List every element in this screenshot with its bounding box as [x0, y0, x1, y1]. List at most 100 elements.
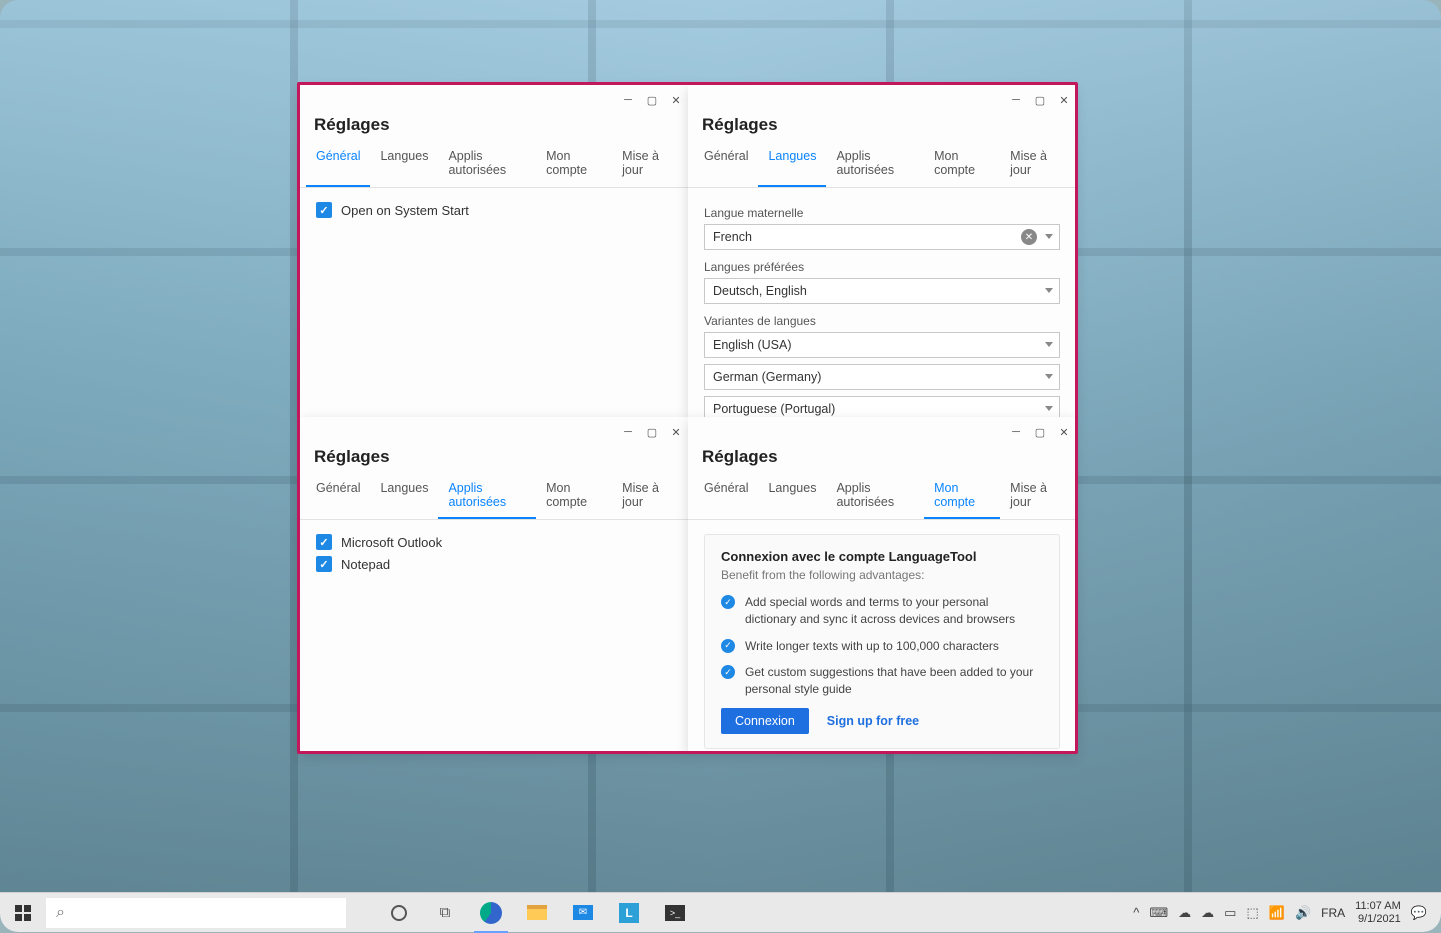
taskbar-apps: ⧉ ✉ L >_ [376, 893, 698, 933]
account-card: Connexion avec le compte LanguageTool Be… [704, 534, 1060, 749]
tab-compte[interactable]: Mon compte [924, 143, 1000, 187]
tray-network-icon[interactable]: ⬚ [1246, 905, 1258, 921]
check-circle-icon: ✓ [721, 665, 735, 679]
benefit-item: ✓Write longer texts with up to 100,000 c… [721, 638, 1043, 655]
checkbox-checked-icon: ✓ [316, 202, 332, 218]
tab-applis[interactable]: Applis autorisées [826, 143, 924, 187]
select-value: Deutsch, English [713, 284, 807, 298]
maximize-button[interactable]: ▢ [1028, 420, 1052, 444]
tab-applis[interactable]: Applis autorisées [826, 475, 924, 519]
variants-label: Variantes de langues [704, 314, 1060, 328]
tray-onedrive-icon[interactable]: ☁ [1178, 905, 1191, 921]
start-button[interactable] [0, 893, 46, 932]
preferred-langs-select[interactable]: Deutsch, English [704, 278, 1060, 304]
chevron-down-icon [1045, 406, 1053, 411]
minimize-button[interactable]: ─ [616, 420, 640, 444]
window-titlebar: ─ ▢ ✕ [300, 85, 688, 115]
card-subtitle: Benefit from the following advantages: [721, 568, 1043, 582]
close-button[interactable]: ✕ [1052, 420, 1076, 444]
signup-link[interactable]: Sign up for free [827, 714, 919, 728]
tab-langues[interactable]: Langues [370, 143, 438, 187]
window-heading: Réglages [702, 447, 1076, 467]
benefit-text: Get custom suggestions that have been ad… [745, 664, 1043, 698]
select-value: French [713, 230, 752, 244]
mother-tongue-select[interactable]: French ✕ [704, 224, 1060, 250]
tab-general[interactable]: Général [694, 143, 758, 187]
minimize-button[interactable]: ─ [1004, 88, 1028, 112]
benefit-item: ✓Add special words and terms to your per… [721, 594, 1043, 628]
tab-langues[interactable]: Langues [370, 475, 438, 519]
close-button[interactable]: ✕ [1052, 88, 1076, 112]
clear-icon[interactable]: ✕ [1021, 229, 1037, 245]
tab-applis[interactable]: Applis autorisées [438, 143, 536, 187]
tab-general[interactable]: Général [694, 475, 758, 519]
tray-wifi-icon[interactable]: 📶 [1269, 905, 1285, 921]
close-button[interactable]: ✕ [664, 88, 688, 112]
tab-compte[interactable]: Mon compte [536, 475, 612, 519]
maximize-button[interactable]: ▢ [1028, 88, 1052, 112]
minimize-button[interactable]: ─ [1004, 420, 1028, 444]
tray-cloud-icon[interactable]: ☁ [1201, 905, 1214, 921]
mother-tongue-label: Langue maternelle [704, 206, 1060, 220]
minimize-button[interactable]: ─ [616, 88, 640, 112]
tray-chevron-icon[interactable]: ^ [1133, 905, 1139, 920]
taskbar-search[interactable]: ⌕ [46, 898, 346, 928]
window-titlebar: ─ ▢ ✕ [688, 85, 1076, 115]
tray-clock[interactable]: 11:07 AM 9/1/2021 [1355, 900, 1401, 925]
tray-volume-icon[interactable]: 🔊 [1295, 905, 1311, 921]
tray-keyboard-icon[interactable]: ⌨ [1149, 905, 1168, 921]
tray-display-icon[interactable]: ▭ [1224, 905, 1236, 921]
window-heading: Réglages [314, 115, 688, 135]
tab-compte[interactable]: Mon compte [924, 475, 1000, 519]
tabs-bar: Général Langues Applis autorisées Mon co… [688, 143, 1076, 188]
tab-maj[interactable]: Mise à jour [1000, 143, 1070, 187]
settings-window-general: ─ ▢ ✕ Réglages Général Langues Applis au… [300, 85, 688, 417]
close-button[interactable]: ✕ [664, 420, 688, 444]
connect-button[interactable]: Connexion [721, 708, 809, 734]
explorer-icon[interactable] [514, 893, 560, 933]
checkbox-checked-icon: ✓ [316, 534, 332, 550]
window-heading: Réglages [314, 447, 688, 467]
mail-icon[interactable]: ✉ [560, 893, 606, 933]
variant-select-1[interactable]: German (Germany) [704, 364, 1060, 390]
tray-time: 11:07 AM [1355, 900, 1401, 913]
search-icon: ⌕ [56, 904, 65, 922]
app-label: Notepad [341, 557, 390, 572]
tab-langues[interactable]: Langues [758, 143, 826, 187]
allowed-app-notepad[interactable]: ✓ Notepad [316, 556, 672, 572]
tab-langues[interactable]: Langues [758, 475, 826, 519]
terminal-icon[interactable]: >_ [652, 893, 698, 933]
checkbox-label: Open on System Start [341, 203, 469, 218]
tray-language[interactable]: FRA [1321, 906, 1345, 920]
tab-compte[interactable]: Mon compte [536, 143, 612, 187]
window-heading: Réglages [702, 115, 1076, 135]
chevron-down-icon [1045, 342, 1053, 347]
tab-maj[interactable]: Mise à jour [612, 475, 682, 519]
languagetool-icon[interactable]: L [606, 893, 652, 933]
tab-general[interactable]: Général [306, 143, 370, 187]
preferred-langs-label: Langues préférées [704, 260, 1060, 274]
settings-window-langues: ─ ▢ ✕ Réglages Général Langues Applis au… [688, 85, 1076, 417]
system-tray: ^ ⌨ ☁ ☁ ▭ ⬚ 📶 🔊 FRA 11:07 AM 9/1/2021 💬 [1133, 900, 1441, 925]
tabs-bar: Général Langues Applis autorisées Mon co… [300, 475, 688, 520]
tab-maj[interactable]: Mise à jour [1000, 475, 1070, 519]
open-on-start-checkbox[interactable]: ✓ Open on System Start [316, 202, 672, 218]
cortana-icon[interactable] [376, 893, 422, 933]
variant-select-0[interactable]: English (USA) [704, 332, 1060, 358]
chevron-down-icon [1045, 374, 1053, 379]
tabs-bar: Général Langues Applis autorisées Mon co… [300, 143, 688, 188]
tray-notifications-icon[interactable]: 💬 [1411, 905, 1427, 921]
allowed-app-outlook[interactable]: ✓ Microsoft Outlook [316, 534, 672, 550]
tab-maj[interactable]: Mise à jour [612, 143, 682, 187]
edge-icon[interactable] [468, 893, 514, 933]
select-value: Portuguese (Portugal) [713, 402, 835, 416]
task-view-icon[interactable]: ⧉ [422, 893, 468, 933]
benefit-item: ✓ Get custom suggestions that have been a… [721, 664, 1043, 698]
windows-logo-icon [15, 905, 31, 921]
maximize-button[interactable]: ▢ [640, 420, 664, 444]
tabs-bar: Général Langues Applis autorisées Mon co… [688, 475, 1076, 520]
tab-general[interactable]: Général [306, 475, 370, 519]
tab-applis[interactable]: Applis autorisées [438, 475, 536, 519]
maximize-button[interactable]: ▢ [640, 88, 664, 112]
benefit-text: Add special words and terms to your pers… [745, 594, 1043, 628]
